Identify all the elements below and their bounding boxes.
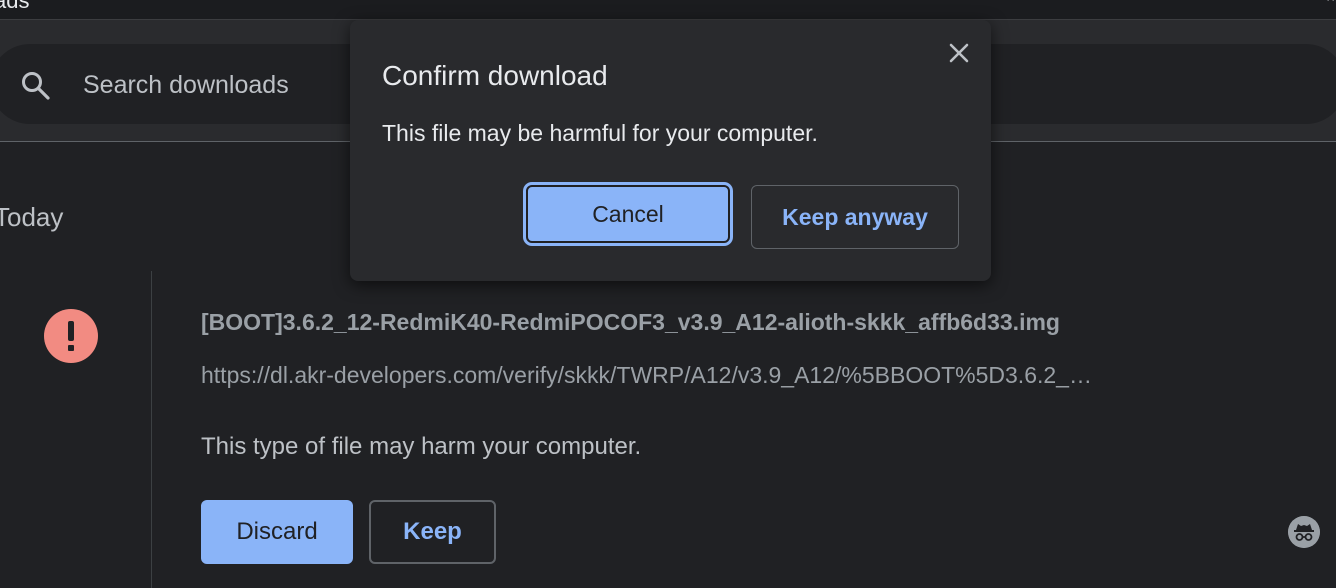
download-file-name[interactable]: [BOOT]3.6.2_12-RedmiK40-RedmiPOCOF3_v3.9… <box>201 309 1060 336</box>
dialog-title: Confirm download <box>382 60 608 91</box>
downloads-page: ads ^ Today [BOOT]3.6.2_12-RedmiK40-Redm… <box>0 0 1336 588</box>
dialog-message: This file may be harmful for your comput… <box>382 120 818 146</box>
keep-button[interactable]: Keep <box>369 500 496 564</box>
error-icon <box>44 309 98 363</box>
discard-button[interactable]: Discard <box>201 500 353 564</box>
download-url[interactable]: https://dl.akr-developers.com/verify/skk… <box>201 362 1201 389</box>
corner-glyph: ^ <box>1327 0 1334 8</box>
search-icon[interactable] <box>20 70 52 102</box>
download-warning-text: This type of file may harm your computer… <box>201 433 642 460</box>
confirm-download-dialog: Confirm download This file may be harmfu… <box>350 20 991 281</box>
cancel-button[interactable]: Cancel <box>526 185 730 243</box>
timeline-divider <box>151 271 152 588</box>
title-bar: ads ^ <box>0 0 1336 19</box>
keep-anyway-button[interactable]: Keep anyway <box>751 185 959 249</box>
close-icon[interactable] <box>942 36 976 70</box>
date-section-label: Today <box>0 202 64 232</box>
page-title: ads <box>0 0 30 13</box>
incognito-icon <box>1288 516 1320 548</box>
